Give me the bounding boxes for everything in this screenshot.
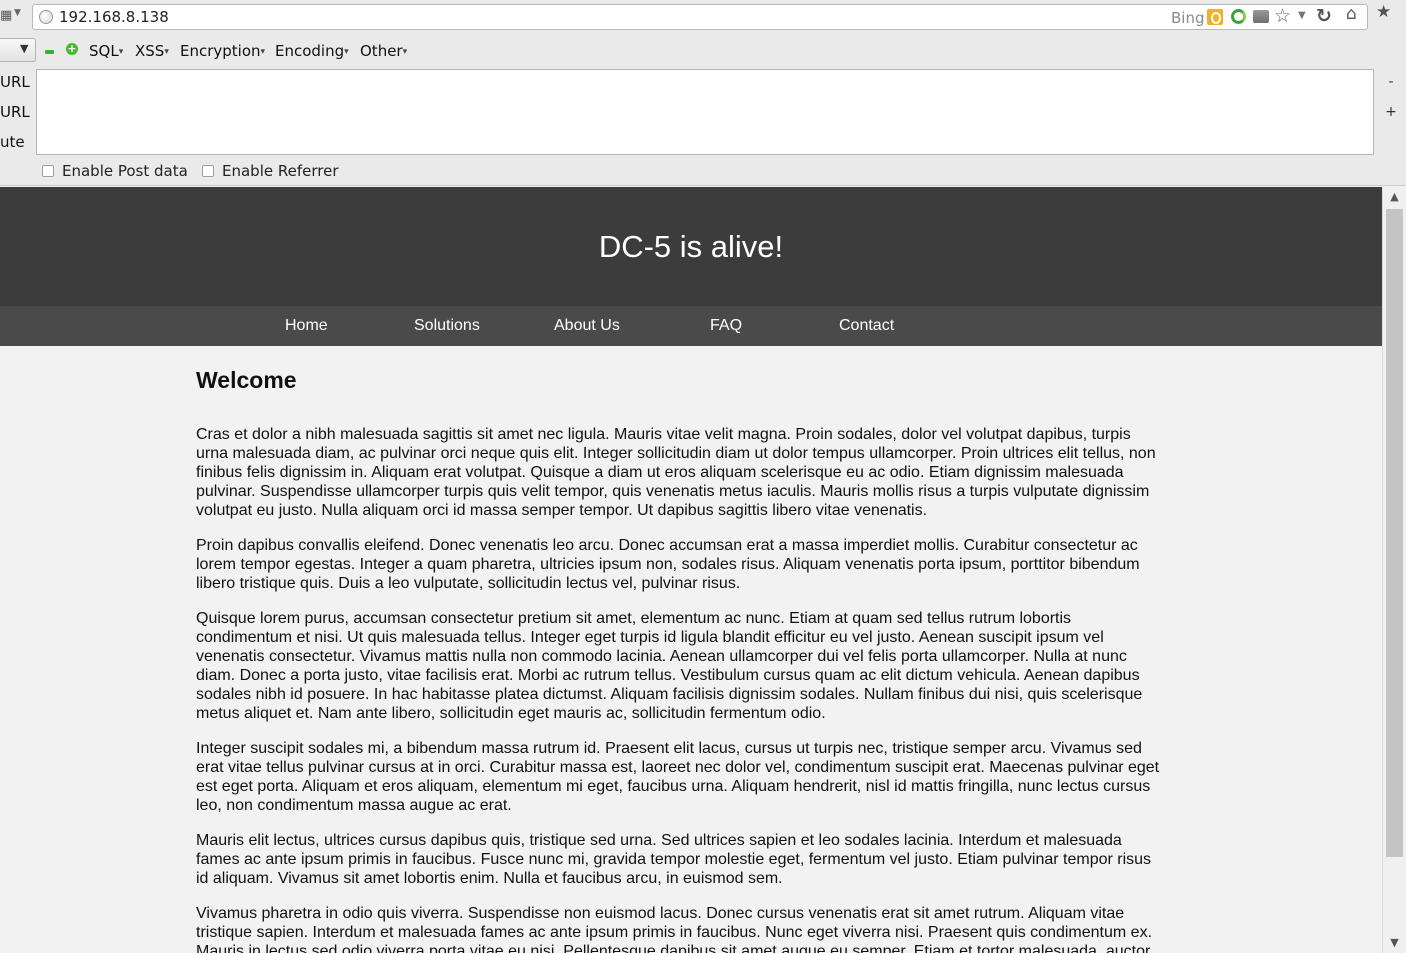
menu-xss[interactable]: XSS▾ [135, 42, 169, 60]
load-url-label[interactable]: URL [0, 73, 30, 91]
checkbox-box[interactable] [42, 165, 54, 177]
hackbar-toolbar: ▼ + SQL▾ XSS▾ Encryption▾ Encoding▾ Othe… [0, 34, 1406, 66]
apps-grid-icon[interactable]: ▦ [0, 9, 12, 23]
dropdown-arrow-icon[interactable]: ▼ [1298, 10, 1306, 21]
zoom-out-button[interactable]: - [1384, 74, 1398, 90]
split-url-label[interactable]: URL [0, 103, 30, 121]
page-heading: Welcome [196, 367, 297, 393]
decrease-icon[interactable] [45, 50, 54, 54]
zoom-in-button[interactable]: + [1384, 104, 1398, 120]
menu-encoding[interactable]: Encoding▾ [275, 42, 349, 60]
network-icon[interactable] [1253, 10, 1269, 23]
address-bar[interactable]: 192.168.8.138 Bing ☆ ▼ ↻ [32, 4, 1368, 30]
menu-other[interactable]: Other▾ [360, 42, 407, 60]
paragraph: Cras et dolor a nibh malesuada sagittis … [196, 426, 1156, 519]
page-viewport: DC-5 is alive! Home Solutions About Us F… [0, 187, 1382, 953]
execute-label[interactable]: ute [0, 133, 25, 151]
green-refresh-icon[interactable] [1231, 9, 1246, 24]
hackbar-panel: URL URL ute - + Enable Post data Enable … [0, 66, 1406, 186]
paragraph: Vivamus pharetra in odio quis viverra. S… [196, 905, 1153, 953]
checkbox-box[interactable] [202, 165, 214, 177]
nav-faq[interactable]: FAQ [710, 317, 742, 335]
paragraph: Quisque lorem purus, accumsan consectetu… [196, 610, 1143, 722]
home-icon[interactable]: ⌂ [1346, 4, 1357, 24]
site-header: DC-5 is alive! [0, 187, 1382, 306]
chevron-down-icon[interactable]: ▼ [14, 8, 21, 18]
address-bar-row: ▦ ▼ 192.168.8.138 Bing ☆ ▼ ↻ ⌂ ★ [0, 0, 1406, 34]
url-text[interactable]: 192.168.8.138 [59, 8, 169, 26]
increase-icon[interactable]: + [66, 43, 78, 55]
chevron-down-icon: ▼ [20, 42, 29, 55]
scroll-thumb[interactable] [1386, 209, 1403, 857]
action-select[interactable]: ▼ [0, 38, 36, 62]
menu-sql[interactable]: SQL▾ [89, 42, 123, 60]
paragraph: Proin dapibus convallis eleifend. Donec … [196, 537, 1140, 592]
scroll-up-icon[interactable]: ▲ [1383, 187, 1406, 207]
nav-solutions[interactable]: Solutions [414, 317, 480, 335]
star-icon[interactable]: ☆ [1274, 5, 1291, 27]
paragraph: Mauris elit lectus, ultrices cursus dapi… [196, 832, 1152, 887]
enable-post-checkbox[interactable]: Enable Post data [42, 162, 188, 180]
bookmark-star-icon[interactable]: ★ [1376, 2, 1391, 22]
vertical-scrollbar[interactable]: ▲ ▼ [1382, 187, 1406, 953]
site-title: DC-5 is alive! [598, 228, 784, 264]
site-nav: Home Solutions About Us FAQ Contact [0, 306, 1382, 346]
search-engine-label[interactable]: Bing [1171, 9, 1205, 27]
menu-encryption[interactable]: Encryption▾ [180, 42, 265, 60]
paragraph: Integer suscipit sodales mi, a bibendum … [196, 740, 1160, 814]
enable-referrer-checkbox[interactable]: Enable Referrer [202, 162, 338, 180]
nav-about-us[interactable]: About Us [554, 317, 620, 335]
main-content: Welcome Cras et dolor a nibh malesuada s… [196, 367, 1162, 953]
nav-home[interactable]: Home [285, 317, 328, 335]
scroll-down-icon[interactable]: ▼ [1383, 933, 1406, 953]
reload-icon[interactable]: ↻ [1316, 5, 1332, 27]
nav-contact[interactable]: Contact [839, 317, 894, 335]
hackbar-url-input[interactable] [36, 69, 1374, 155]
bing-icon[interactable] [1207, 9, 1223, 25]
globe-icon [39, 10, 53, 24]
